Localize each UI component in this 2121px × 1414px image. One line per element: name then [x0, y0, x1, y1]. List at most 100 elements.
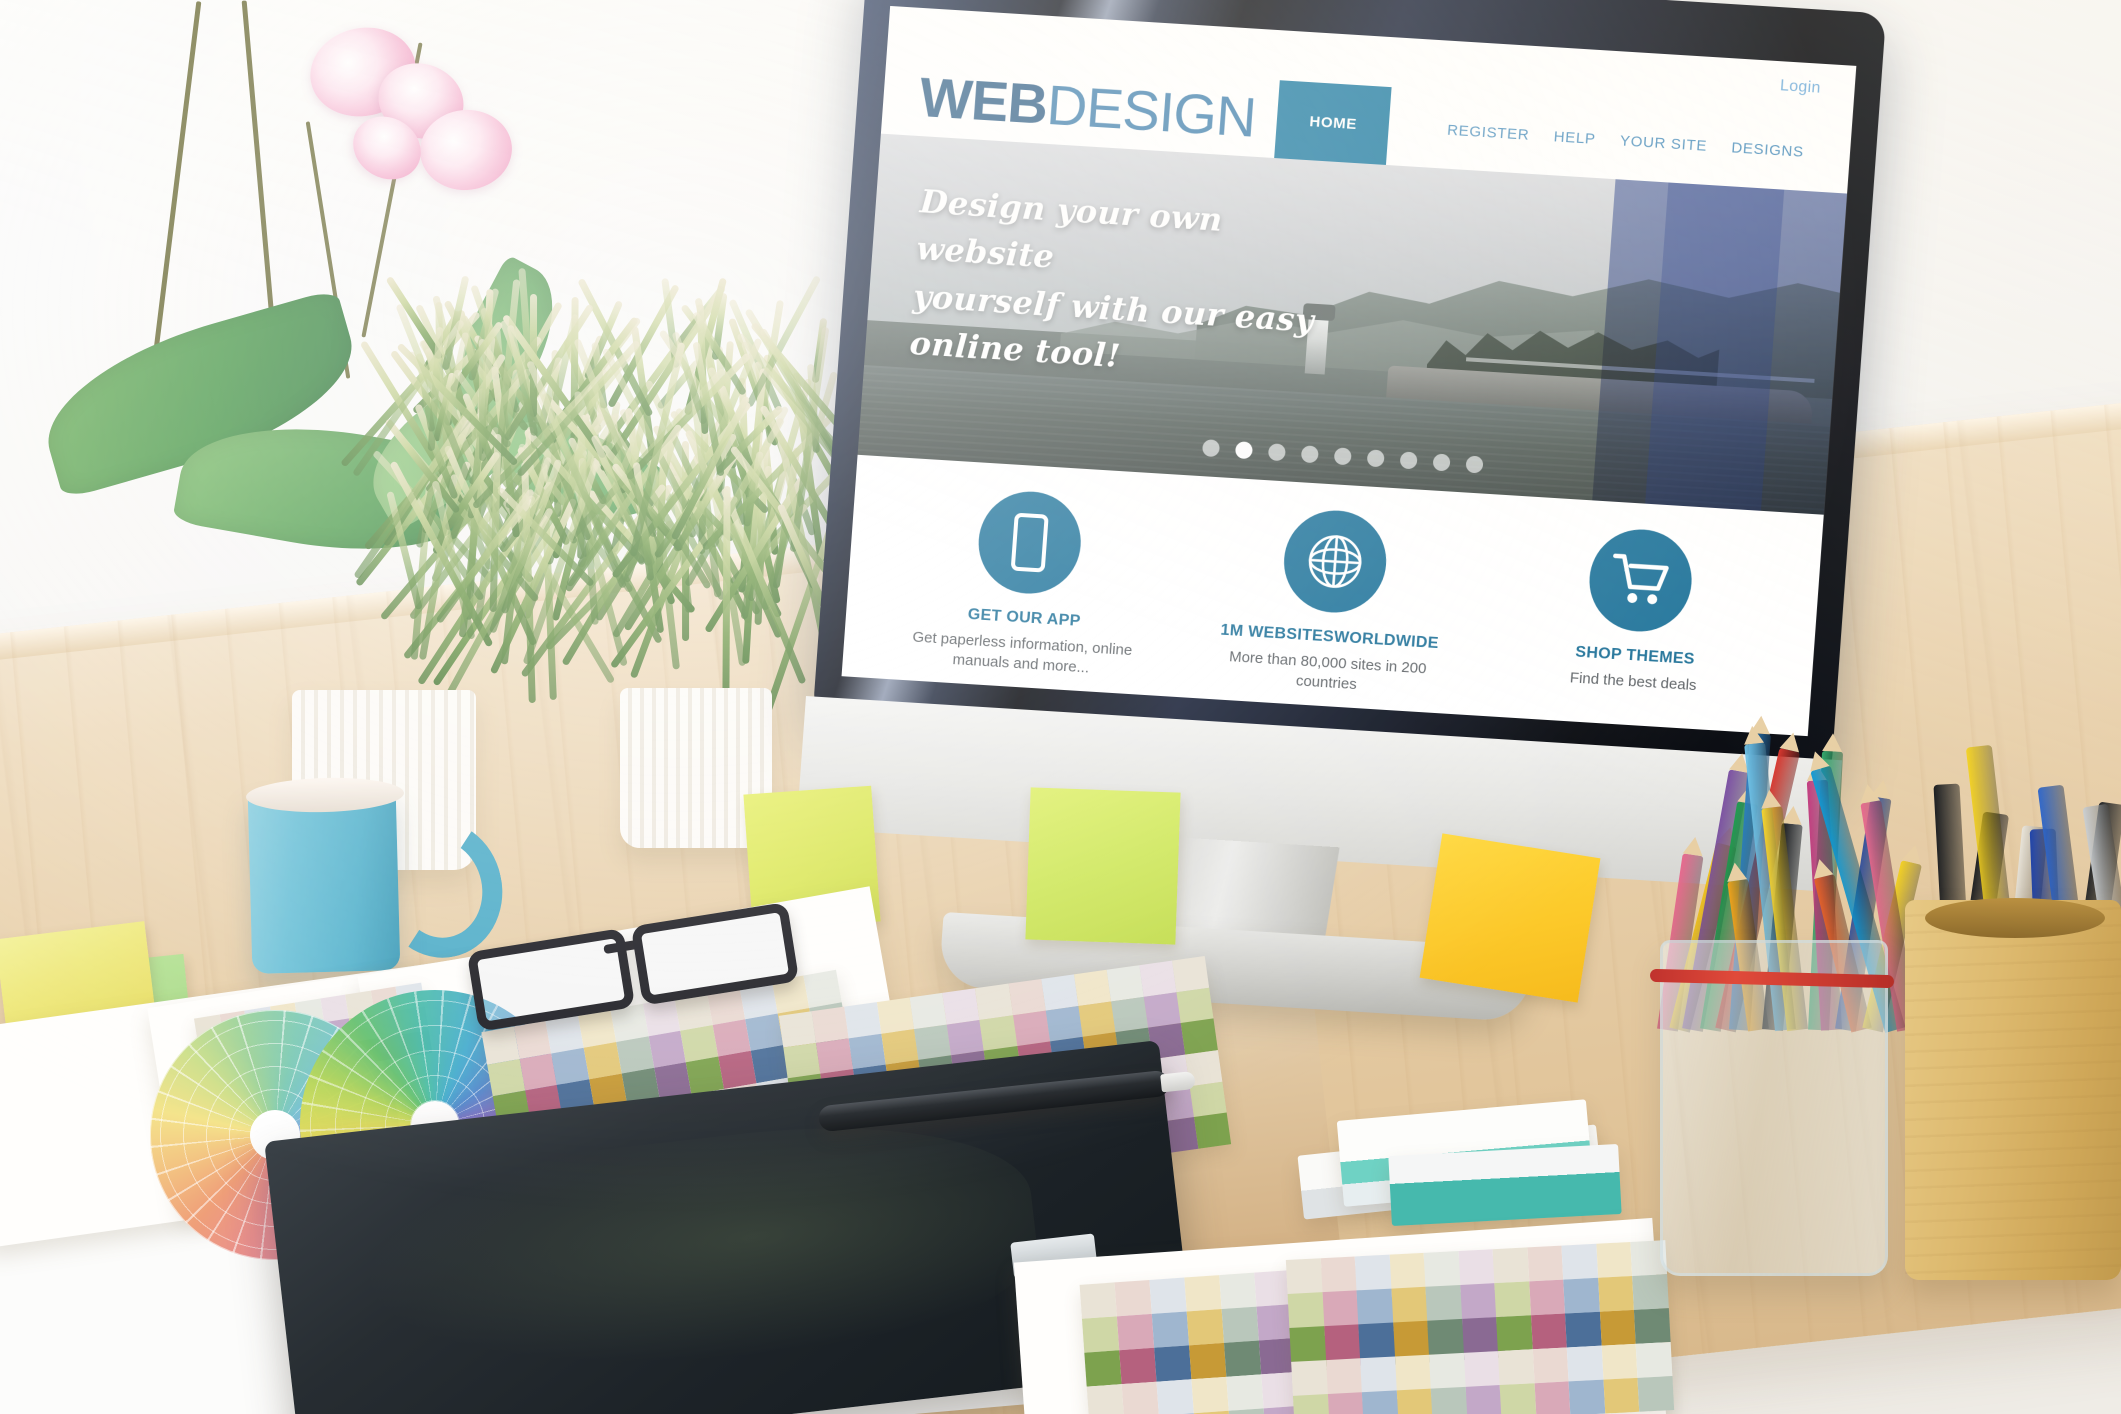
color-swatch: [779, 1011, 816, 1047]
color-swatch: [1431, 1387, 1467, 1414]
color-swatch: [1219, 1273, 1256, 1309]
color-swatch: [1327, 1392, 1363, 1414]
color-swatch: [1013, 1010, 1050, 1046]
nav-item-home[interactable]: HOME: [1275, 80, 1392, 165]
color-swatch: [783, 1043, 820, 1079]
color-swatch: [1045, 1006, 1082, 1042]
color-swatch: [1562, 1244, 1598, 1280]
hero-headline: Design your own website yourself with ou…: [908, 178, 1341, 393]
color-swatch: [1286, 1258, 1322, 1294]
nav-item-help[interactable]: HELP: [1553, 128, 1596, 148]
color-swatch: [1122, 1382, 1159, 1414]
color-swatch: [1176, 987, 1213, 1023]
color-swatch: [947, 1020, 984, 1056]
workspace-photo: Login WEB DESIGN HOME REGISTER HELP YOUR …: [0, 0, 2121, 1414]
color-swatch: [1194, 1113, 1231, 1149]
color-swatch: [1226, 1374, 1263, 1410]
color-swatch: [1149, 1278, 1186, 1314]
imac-screen[interactable]: Login WEB DESIGN HOME REGISTER HELP YOUR …: [842, 6, 1857, 736]
color-swatch: [1533, 1347, 1569, 1383]
color-swatch: [816, 1038, 853, 1074]
color-swatch: [1119, 1348, 1156, 1384]
color-swatch: [1152, 1311, 1189, 1347]
color-swatch: [1184, 1275, 1221, 1311]
color-swatch: [1598, 1276, 1634, 1312]
feature-websites-worldwide[interactable]: 1M WEBSITESWORLDWIDE More than 80,000 si…: [1210, 503, 1455, 700]
color-swatch: [1636, 1342, 1672, 1378]
color-swatch: [1638, 1376, 1674, 1412]
color-swatch: [910, 993, 947, 1029]
color-swatch: [1426, 1285, 1462, 1321]
color-swatch: [1565, 1312, 1601, 1348]
website-page: Login WEB DESIGN HOME REGISTER HELP YOUR …: [842, 6, 1857, 736]
sticky-note-yellow: [1420, 833, 1601, 1002]
color-swatch: [1074, 970, 1111, 1006]
color-swatch: [1106, 965, 1143, 1001]
color-swatch: [1393, 1321, 1429, 1357]
color-swatch: [1078, 1001, 1115, 1037]
color-swatch: [1395, 1355, 1431, 1391]
color-swatch: [1087, 1384, 1124, 1414]
color-swatch: [1389, 1253, 1425, 1289]
color-swatch: [1634, 1308, 1670, 1344]
carousel-dot[interactable]: [1301, 445, 1319, 463]
color-swatch: [1596, 1242, 1632, 1278]
sticky-note-green: [1025, 787, 1180, 944]
heather-plant: [400, 268, 830, 668]
enamel-mug: [248, 788, 401, 974]
carousel-dot[interactable]: [1235, 441, 1253, 459]
color-swatch: [1495, 1281, 1531, 1317]
color-swatch: [877, 997, 914, 1033]
carousel-dot[interactable]: [1367, 449, 1385, 467]
color-swatch: [1190, 1081, 1227, 1117]
color-swatch: [1326, 1358, 1362, 1394]
color-swatch: [914, 1024, 951, 1060]
color-swatch: [1289, 1326, 1325, 1362]
color-swatch: [1191, 1377, 1228, 1413]
color-swatch: [1567, 1346, 1603, 1382]
color-swatch: [1324, 1324, 1360, 1360]
color-swatch: [1360, 1356, 1396, 1392]
color-swatch: [1008, 979, 1045, 1015]
color-swatch: [1320, 1256, 1356, 1292]
carousel-dot[interactable]: [1432, 453, 1450, 471]
carousel-dot[interactable]: [1465, 455, 1483, 473]
color-swatch: [1462, 1317, 1498, 1353]
color-swatch: [1534, 1381, 1570, 1414]
hero-carousel[interactable]: Design your own website yourself with ou…: [858, 134, 1847, 515]
color-swatch: [1633, 1274, 1669, 1310]
color-swatch-grid: [1286, 1240, 1674, 1414]
color-swatch: [1111, 997, 1148, 1033]
color-swatch: [1464, 1351, 1500, 1387]
color-swatch: [1358, 1323, 1394, 1359]
color-swatch: [1322, 1290, 1358, 1326]
color-swatch: [1082, 1316, 1119, 1352]
color-swatch: [980, 1015, 1017, 1051]
login-link[interactable]: Login: [1779, 77, 1821, 97]
pen-cup-opening: [1925, 898, 2105, 938]
color-swatch: [1139, 961, 1176, 997]
imac-computer: Login WEB DESIGN HOME REGISTER HELP YOUR …: [811, 0, 1886, 802]
color-swatch: [1355, 1255, 1391, 1291]
glass-pencil-jar: [1660, 940, 1888, 1276]
color-swatch: [1189, 1343, 1226, 1379]
nav-item-designs[interactable]: DESIGNS: [1731, 139, 1805, 160]
nav-item-your-site[interactable]: YOUR SITE: [1619, 132, 1707, 154]
carousel-dot[interactable]: [1268, 443, 1286, 461]
color-swatch: [1460, 1283, 1496, 1319]
color-swatch: [1293, 1394, 1329, 1414]
nav-item-register[interactable]: REGISTER: [1447, 121, 1530, 143]
feature-get-our-app[interactable]: GET OUR APP Get paperless information, o…: [904, 485, 1149, 682]
carousel-dot[interactable]: [1202, 439, 1220, 457]
carousel-dot[interactable]: [1334, 447, 1352, 465]
color-swatch: [1041, 974, 1078, 1010]
feature-shop-themes[interactable]: SHOP THEMES Find the best deals: [1517, 522, 1760, 699]
color-swatch: [1187, 1309, 1224, 1345]
imac-bezel: Login WEB DESIGN HOME REGISTER HELP YOUR …: [812, 0, 1886, 782]
carousel-dot[interactable]: [1400, 451, 1418, 469]
color-swatch: [1427, 1319, 1463, 1355]
mobile-phone-icon: [975, 489, 1084, 597]
color-swatch: [1500, 1383, 1536, 1414]
color-swatch: [1529, 1280, 1565, 1316]
shopping-cart-icon: [1586, 526, 1695, 634]
